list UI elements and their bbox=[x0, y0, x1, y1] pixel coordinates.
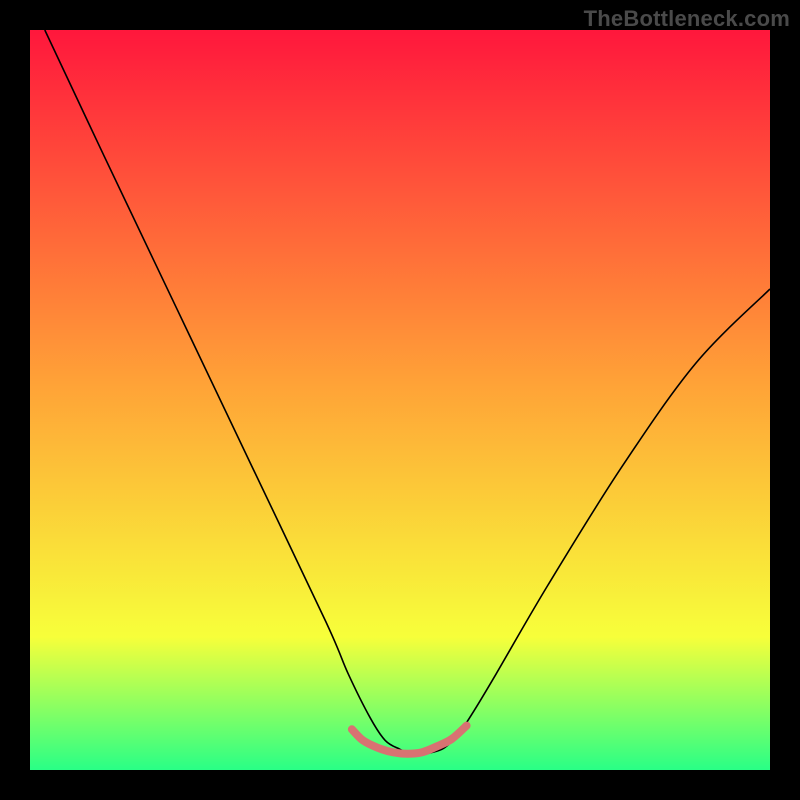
watermark-text: TheBottleneck.com bbox=[584, 6, 790, 32]
gradient-background bbox=[30, 30, 770, 770]
bottleneck-chart bbox=[30, 30, 770, 770]
